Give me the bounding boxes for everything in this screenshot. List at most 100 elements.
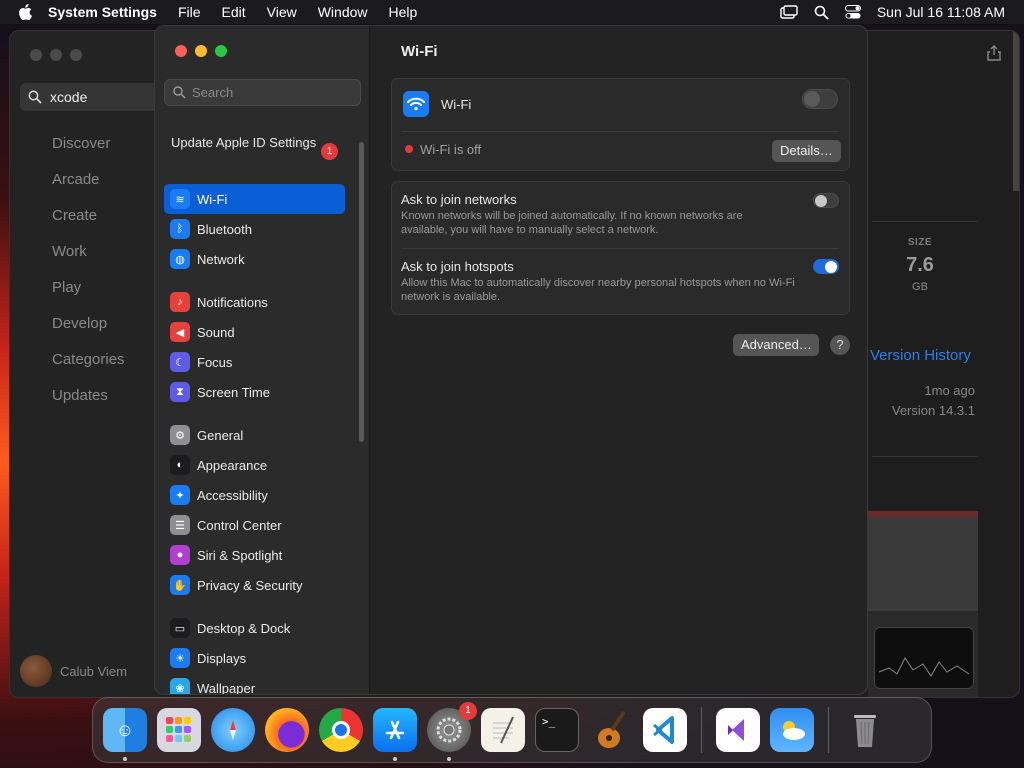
screenshot-chart-panel bbox=[874, 627, 974, 689]
menu-window[interactable]: Window bbox=[318, 4, 368, 20]
dock-divider bbox=[828, 707, 829, 753]
moon-icon: ☾ bbox=[170, 352, 190, 372]
sidebar-item-accessibility[interactable]: ✦ Accessibility bbox=[164, 480, 345, 510]
nav-develop[interactable]: Develop bbox=[52, 315, 125, 351]
menu-file[interactable]: File bbox=[178, 4, 201, 20]
sidebar-item-wi-fi[interactable]: ≋ Wi-Fi bbox=[164, 184, 345, 214]
apple-menu-icon[interactable] bbox=[18, 4, 36, 20]
close-button[interactable] bbox=[30, 49, 42, 61]
sidebar-item-appearance[interactable]: ◐ Appearance bbox=[164, 450, 345, 480]
sidebar-item-network[interactable]: ◍ Network bbox=[164, 244, 345, 274]
gear-icon: ⚙ bbox=[170, 425, 190, 445]
zoom-button[interactable] bbox=[70, 49, 82, 61]
nav-categories[interactable]: Categories bbox=[52, 351, 125, 387]
minimize-button[interactable] bbox=[195, 45, 207, 57]
sidebar-item-screen-time[interactable]: ⧗ Screen Time bbox=[164, 377, 345, 407]
dock-garageband-icon[interactable] bbox=[589, 708, 633, 752]
avatar bbox=[20, 655, 52, 687]
screen-mirroring-icon[interactable] bbox=[780, 5, 798, 19]
sidebar-scrollbar[interactable] bbox=[359, 142, 364, 442]
app-store-account[interactable]: Calub Viem bbox=[20, 655, 127, 687]
control-center-icon[interactable] bbox=[844, 5, 861, 19]
nav-arcade[interactable]: Arcade bbox=[52, 171, 125, 207]
divider bbox=[402, 131, 839, 132]
updated-ago: 1mo ago bbox=[924, 383, 975, 398]
advanced-button[interactable]: Advanced… bbox=[733, 334, 819, 356]
menu-bar: System Settings File Edit View Window He… bbox=[0, 0, 1024, 24]
sidebar-item-privacy-security[interactable]: ✋ Privacy & Security bbox=[164, 570, 345, 600]
menu-help[interactable]: Help bbox=[389, 4, 418, 20]
window-controls bbox=[175, 45, 227, 57]
sidebar-item-wallpaper[interactable]: ❀ Wallpaper bbox=[164, 673, 345, 694]
scrollbar[interactable] bbox=[1013, 31, 1019, 191]
help-button[interactable]: ? bbox=[830, 335, 850, 355]
dock-chrome-icon[interactable] bbox=[319, 708, 363, 752]
menu-edit[interactable]: Edit bbox=[222, 4, 246, 20]
nav-create[interactable]: Create bbox=[52, 207, 125, 243]
dock-launchpad-icon[interactable] bbox=[157, 708, 201, 752]
dock-textedit-icon[interactable] bbox=[481, 708, 525, 752]
menu-view[interactable]: View bbox=[267, 4, 297, 20]
nav-updates[interactable]: Updates bbox=[52, 387, 125, 423]
sidebar-item-focus[interactable]: ☾ Focus bbox=[164, 347, 345, 377]
app-store-nav: Discover Arcade Create Work Play Develop… bbox=[52, 135, 125, 423]
sidebar-item-label: Screen Time bbox=[197, 384, 270, 400]
spotlight-search-icon[interactable] bbox=[814, 5, 829, 20]
system-settings-window: Search Update Apple ID Settings 1 ≋ Wi-Fi… bbox=[154, 25, 868, 695]
wallpaper-icon: ❀ bbox=[170, 678, 190, 694]
sidebar-item-bluetooth[interactable]: ᛒ Bluetooth bbox=[164, 214, 345, 244]
notification-badge: 1 bbox=[321, 143, 338, 160]
dock-finder-icon[interactable]: ☺ bbox=[103, 708, 147, 761]
menu-app-name[interactable]: System Settings bbox=[48, 4, 157, 20]
dock-app-store-icon[interactable] bbox=[373, 708, 417, 761]
nav-discover[interactable]: Discover bbox=[52, 135, 125, 171]
sidebar-item-control-center[interactable]: ☰ Control Center bbox=[164, 510, 345, 540]
wifi-toggle[interactable] bbox=[802, 89, 838, 109]
version-number: Version 14.3.1 bbox=[891, 403, 975, 418]
dock: ☺ 1 >_ bbox=[92, 697, 932, 763]
sidebar-item-displays[interactable]: ☀ Displays bbox=[164, 643, 345, 673]
settings-sidebar: Search Update Apple ID Settings 1 ≋ Wi-Fi… bbox=[155, 26, 370, 694]
divider bbox=[872, 456, 978, 457]
version-history-link[interactable]: Version History bbox=[870, 347, 971, 364]
dock-trash-icon[interactable] bbox=[843, 708, 887, 752]
wifi-status: Wi-Fi is off bbox=[420, 142, 482, 157]
dock-vscode-icon[interactable] bbox=[643, 708, 687, 752]
hand-icon: ✋ bbox=[170, 575, 190, 595]
ask-hotspots-toggle[interactable] bbox=[813, 259, 839, 274]
sidebar-item-notifications[interactable]: ♪ Notifications bbox=[164, 287, 345, 317]
details-button[interactable]: Details… bbox=[772, 140, 841, 162]
wifi-card: Wi-Fi Wi-Fi is off Details… bbox=[391, 78, 850, 171]
dock-safari-icon[interactable] bbox=[211, 708, 255, 752]
nav-work[interactable]: Work bbox=[52, 243, 125, 279]
ask-networks-toggle[interactable] bbox=[813, 193, 839, 208]
wifi-icon: ≋ bbox=[170, 189, 190, 209]
dock-weather-icon[interactable] bbox=[770, 708, 814, 752]
speaker-icon: ◀ bbox=[170, 322, 190, 342]
size-label: SIZE bbox=[907, 237, 933, 248]
dock-visual-studio-icon[interactable] bbox=[716, 708, 760, 752]
zoom-button[interactable] bbox=[215, 45, 227, 57]
size-value: 7.6 bbox=[906, 254, 934, 276]
close-button[interactable] bbox=[175, 45, 187, 57]
sidebar-item-general[interactable]: ⚙ General bbox=[164, 420, 345, 450]
settings-search-field[interactable]: Search bbox=[164, 79, 361, 106]
status-off-dot bbox=[405, 145, 413, 153]
share-icon[interactable] bbox=[987, 45, 1001, 64]
menu-clock[interactable]: Sun Jul 16 11:08 AM bbox=[877, 4, 1005, 20]
nav-play[interactable]: Play bbox=[52, 279, 125, 315]
sidebar-item-desktop-dock[interactable]: ▭ Desktop & Dock bbox=[164, 613, 345, 643]
hourglass-icon: ⧗ bbox=[170, 382, 190, 402]
dock-firefox-icon[interactable] bbox=[265, 708, 309, 752]
dock-system-settings-icon[interactable]: 1 bbox=[427, 702, 477, 761]
sidebar-item-label: Privacy & Security bbox=[197, 577, 303, 593]
sidebar-item-sound[interactable]: ◀ Sound bbox=[164, 317, 345, 347]
control-center-icon: ☰ bbox=[170, 515, 190, 535]
app-screenshot-preview[interactable] bbox=[868, 511, 978, 697]
wifi-icon bbox=[403, 91, 429, 117]
minimize-button[interactable] bbox=[50, 49, 62, 61]
dock-terminal-icon[interactable]: >_ bbox=[535, 708, 579, 752]
app-store-search-field[interactable]: xcode bbox=[20, 83, 160, 111]
sidebar-item-siri-spotlight[interactable]: ● Siri & Spotlight bbox=[164, 540, 345, 570]
version-info: 1mo ago Version 14.3.1 bbox=[892, 381, 975, 421]
